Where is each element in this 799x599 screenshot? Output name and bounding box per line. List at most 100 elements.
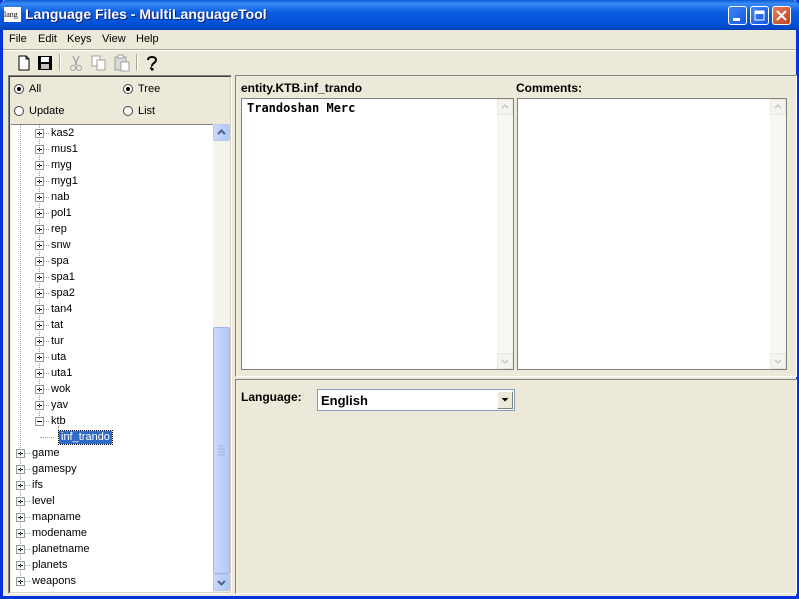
tree-item-pol1[interactable]: pol1 (11, 206, 211, 222)
chevron-down-icon (217, 580, 226, 586)
copy-button[interactable] (89, 53, 109, 73)
view-list-radio[interactable] (123, 106, 133, 116)
tree-item-label: spa (51, 255, 69, 267)
collapse-icon[interactable] (35, 417, 44, 426)
translation-scrollbar[interactable] (497, 99, 513, 369)
filter-all-radio[interactable] (14, 84, 24, 94)
scroll-thumb[interactable] (213, 327, 230, 574)
comments-scroll-up[interactable] (770, 99, 786, 115)
tree-item-label: myg (51, 159, 72, 171)
help-button[interactable] (142, 53, 162, 73)
tree-item-weapons[interactable]: weapons (11, 574, 211, 590)
tree-item-inf_trando[interactable]: inf_trando (11, 430, 211, 446)
tree-item-tat[interactable]: tat (11, 318, 211, 334)
menu-keys[interactable]: Keys (67, 33, 91, 45)
title-bar[interactable]: lang Language Files - MultiLanguageTool (0, 0, 799, 30)
filter-all-label: All (29, 83, 42, 95)
tree-item-spa[interactable]: spa (11, 254, 211, 270)
tree-item-tan4[interactable]: tan4 (11, 302, 211, 318)
new-file-button[interactable] (14, 53, 34, 73)
tree-item-game[interactable]: game (11, 446, 211, 462)
filter-update-radio[interactable] (14, 106, 24, 116)
tree-scrollbar[interactable] (213, 124, 230, 591)
tree-item-ktb[interactable]: ktb (11, 414, 211, 430)
translation-textarea[interactable]: Trandoshan Merc (241, 98, 514, 370)
tree-item-spa2[interactable]: spa2 (11, 286, 211, 302)
tree-item-label: snw (51, 239, 71, 251)
tree-item-planets[interactable]: planets (11, 558, 211, 574)
tree-item-label: nab (51, 191, 70, 203)
comments-scroll-down[interactable] (770, 353, 786, 369)
tree-item-label: uta1 (51, 367, 73, 379)
tree-item-tur[interactable]: tur (11, 334, 211, 350)
comments-label: Comments: (516, 81, 583, 95)
new-file-icon (18, 55, 30, 71)
tree-item-myg1[interactable]: myg1 (11, 174, 211, 190)
tree-item-level[interactable]: level (11, 494, 211, 510)
toolbar-separator (136, 54, 138, 71)
view-list-label: List (138, 105, 156, 117)
tree-item-label: spa2 (51, 287, 75, 299)
scroll-up-button[interactable] (213, 124, 230, 141)
tree-item-label: planetname (32, 543, 90, 555)
tree-connector (40, 437, 54, 438)
tree-item-mapname[interactable]: mapname (11, 510, 211, 526)
copy-icon (91, 55, 106, 71)
chevron-down-icon (774, 359, 782, 365)
chevron-down-icon (501, 398, 509, 402)
tree-item-mus1[interactable]: mus1 (11, 142, 211, 158)
maximize-button[interactable] (750, 6, 769, 25)
minimize-button[interactable] (728, 6, 747, 25)
tree-item-label: planets (32, 559, 68, 571)
menu-help[interactable]: Help (136, 33, 159, 45)
tree-item-modename[interactable]: modename (11, 526, 211, 542)
menu-edit[interactable]: Edit (38, 33, 57, 45)
chevron-down-icon (501, 359, 509, 365)
chevron-up-icon (501, 103, 509, 109)
tree-item-ifs[interactable]: ifs (11, 478, 211, 494)
scroll-down-button[interactable] (213, 574, 230, 591)
tree-item-label: tat (51, 319, 64, 331)
translation-scroll-down[interactable] (497, 353, 513, 369)
tree-view[interactable]: kas2 mus1 myg myg1 nab pol1 rep snw spa spa1 spa2 t… (11, 124, 213, 592)
tree-item-spa1[interactable]: spa1 (11, 270, 211, 286)
paste-button[interactable] (112, 53, 132, 73)
tree-item-uta[interactable]: uta (11, 350, 211, 366)
tree-item-snw[interactable]: snw (11, 238, 211, 254)
translation-scroll-up[interactable] (497, 99, 513, 115)
tree-item-label: kas2 (51, 127, 75, 139)
view-tree-radio[interactable] (123, 84, 133, 94)
language-select[interactable]: English (317, 389, 515, 411)
window-title: Language Files - MultiLanguageTool (25, 6, 267, 22)
tree-item-myg[interactable]: myg (11, 158, 211, 174)
tree-item-label: tur (51, 335, 64, 347)
tree-item-label: inf_trando (58, 430, 113, 445)
tree-item-label: tan4 (51, 303, 73, 315)
tree-item-label: pol1 (51, 207, 72, 219)
close-button[interactable] (772, 6, 791, 25)
tree-item-yav[interactable]: yav (11, 398, 211, 414)
language-label: Language: (241, 390, 302, 404)
left-panel-inner: All Tree Update List kas2 mus1 myg myg1 nab p… (9, 76, 231, 593)
menu-bar: File Edit Keys View Help (3, 30, 796, 49)
tree-item-gamespy[interactable]: gamespy (11, 462, 211, 478)
comments-scrollbar[interactable] (770, 99, 786, 369)
tree-item-label: uta (51, 351, 67, 363)
string-key-label: entity.KTB.inf_trando (241, 81, 363, 95)
comments-textarea[interactable] (517, 98, 787, 370)
tree-item-label: ifs (32, 479, 43, 491)
tree-item-kas2[interactable]: kas2 (11, 126, 211, 142)
menu-view[interactable]: View (102, 33, 126, 45)
save-button[interactable] (35, 53, 55, 73)
tree-item-uta1[interactable]: uta1 (11, 366, 211, 382)
main-window: lang Language Files - MultiLanguageTool … (0, 0, 799, 599)
menu-file[interactable]: File (9, 33, 27, 45)
tree-item-wok[interactable]: wok (11, 382, 211, 398)
language-dropdown-button[interactable] (497, 391, 513, 409)
tree-item-planetname[interactable]: planetname (11, 542, 211, 558)
tree-item-nab[interactable]: nab (11, 190, 211, 206)
cut-button[interactable] (66, 53, 86, 73)
tree-item-rep[interactable]: rep (11, 222, 211, 238)
tree-item-label: game (32, 447, 60, 459)
paste-icon (114, 54, 130, 72)
